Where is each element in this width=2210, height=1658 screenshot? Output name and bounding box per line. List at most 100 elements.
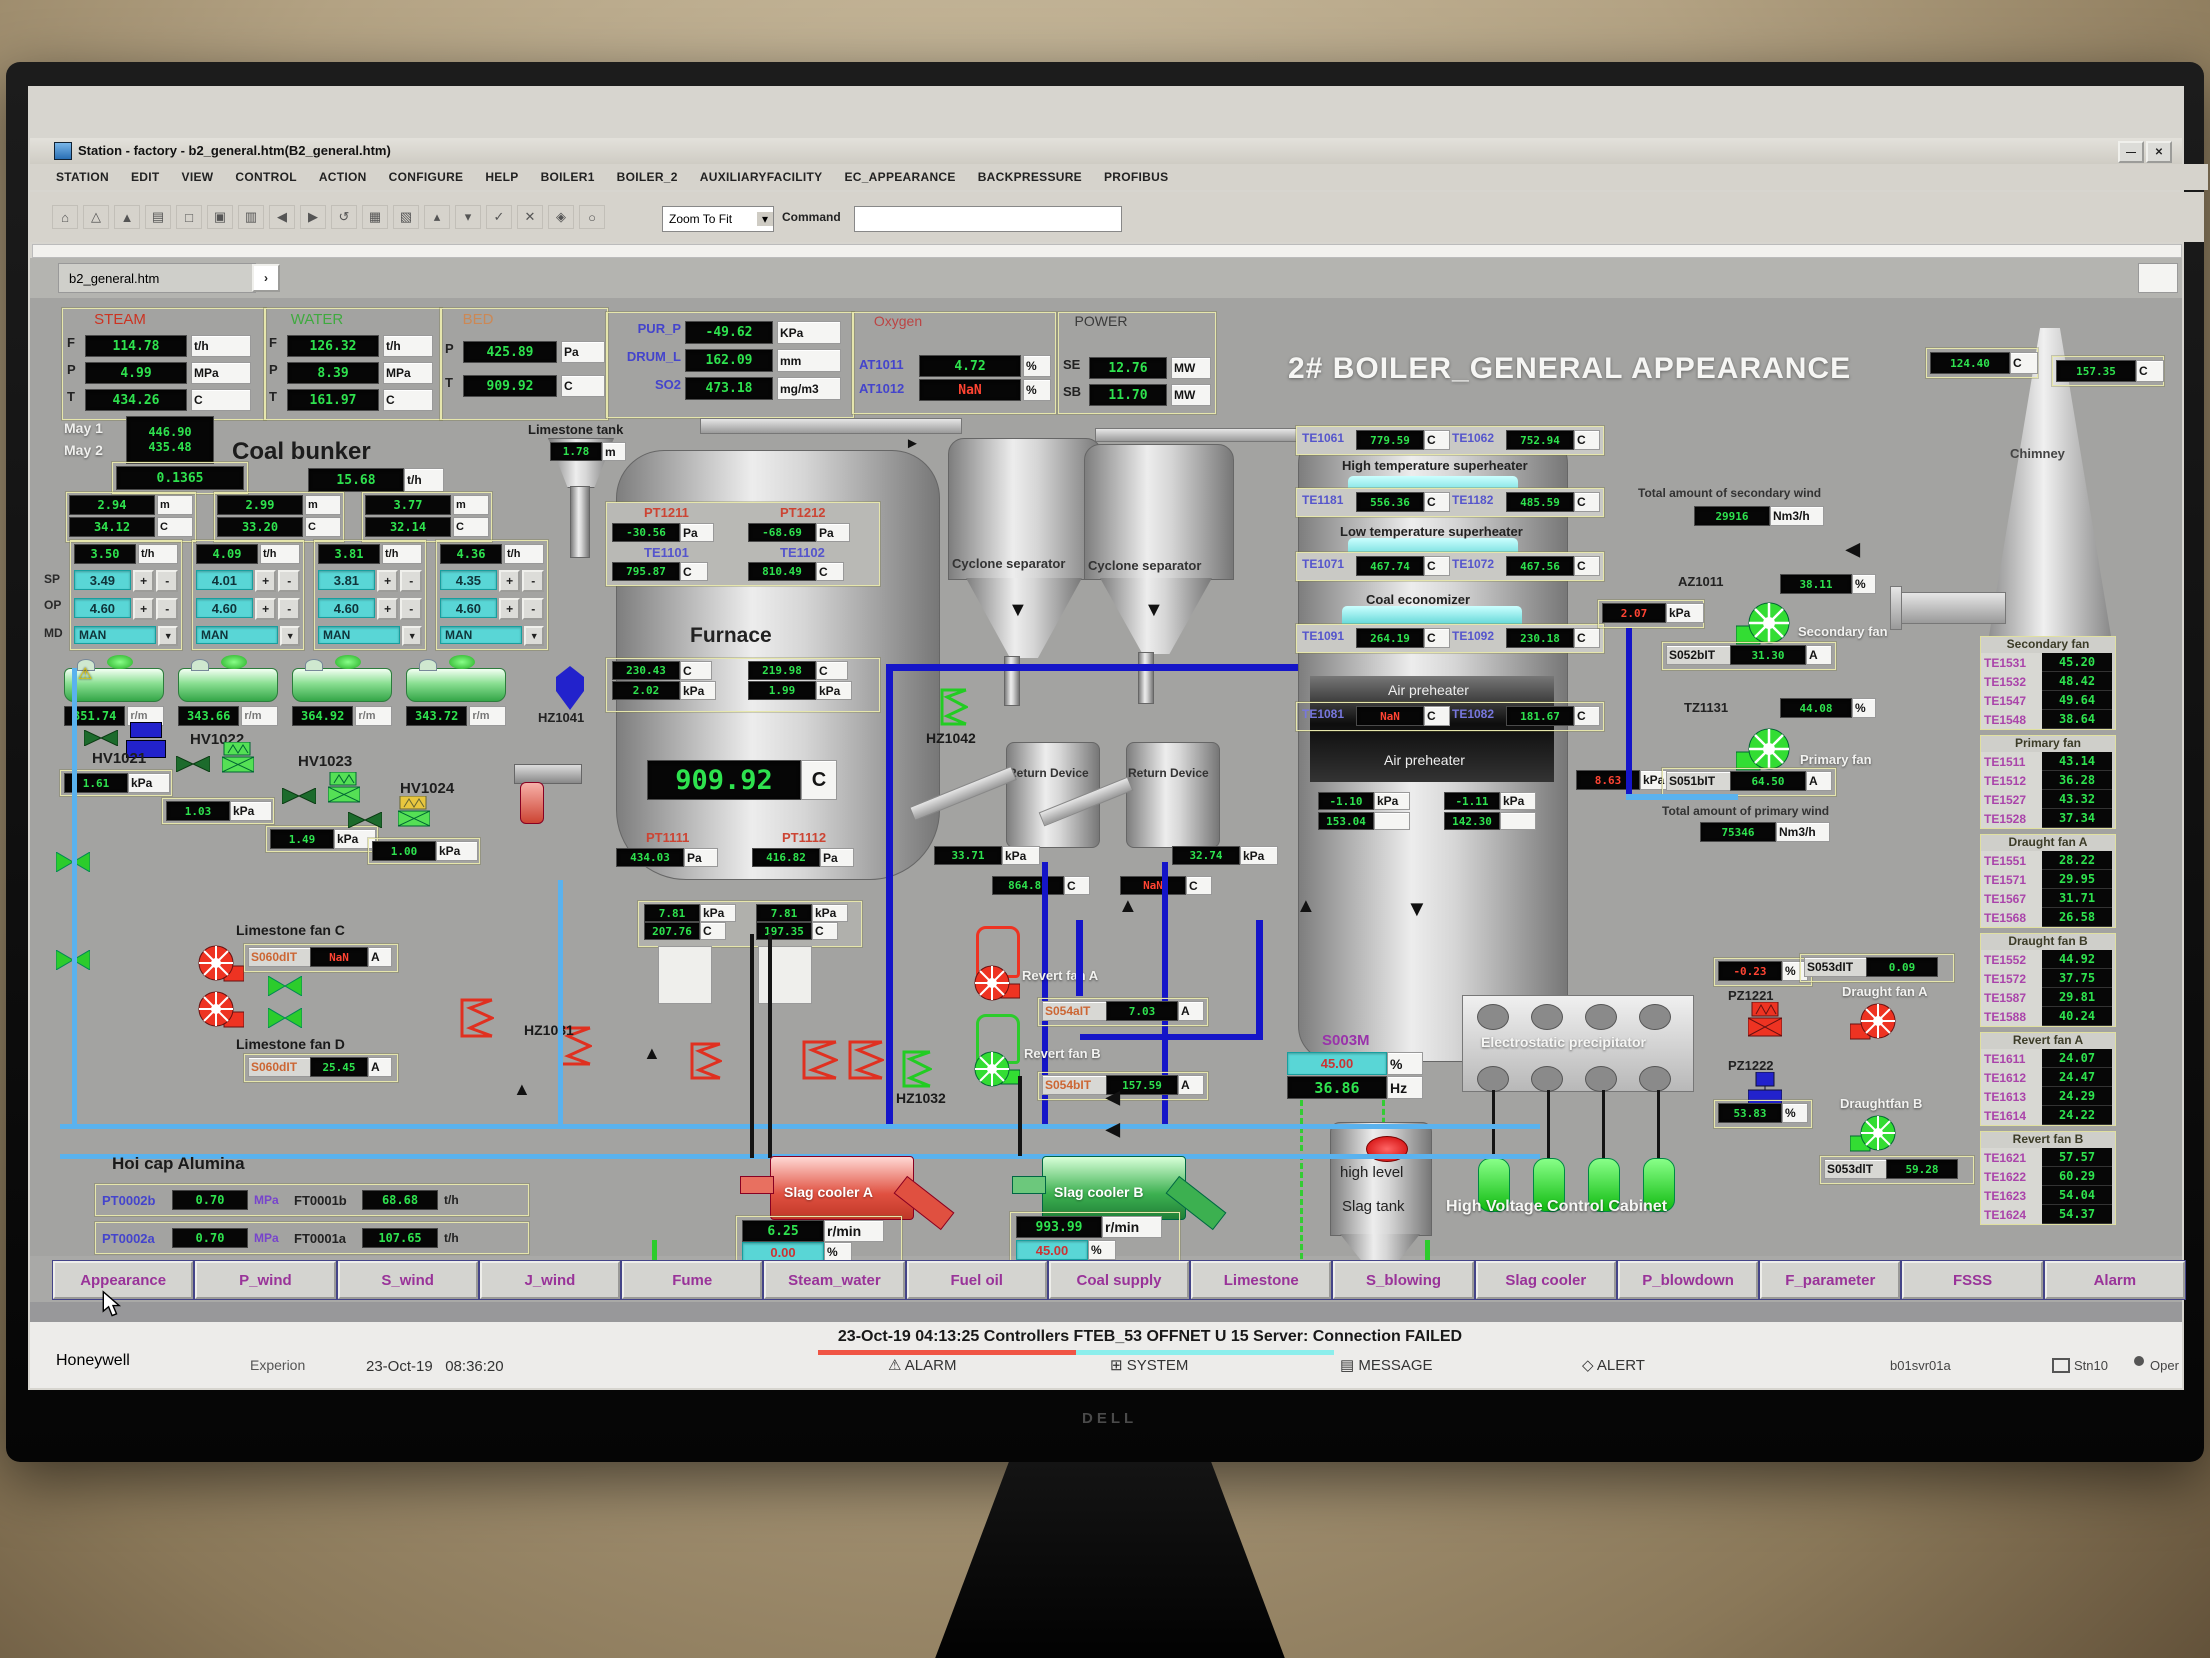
sp-increment-button[interactable]: +: [377, 570, 399, 592]
close-button[interactable]: ✕: [2146, 141, 2172, 163]
hv1024-actuator-icon[interactable]: [398, 796, 430, 828]
menu-item[interactable]: BOILER1: [541, 170, 595, 184]
burner-icon[interactable]: [800, 1040, 838, 1080]
minimize-button[interactable]: —: [2118, 141, 2144, 163]
user-name[interactable]: Oper: [2150, 1358, 2179, 1373]
menu-item[interactable]: EDIT: [131, 170, 160, 184]
alert-button[interactable]: ◇ ALERT: [1582, 1356, 1645, 1374]
hv1023-actuator-icon[interactable]: [328, 772, 360, 804]
nav-button[interactable]: Steam_water: [764, 1261, 904, 1299]
burner-icon[interactable]: [688, 1042, 722, 1080]
nav-button[interactable]: P_blowdown: [1618, 1261, 1758, 1299]
toolbar-icon[interactable]: ↺: [331, 205, 357, 229]
mode-dropdown-icon[interactable]: ▼: [158, 626, 178, 646]
limestone-fan-d-icon[interactable]: [194, 988, 244, 1032]
toolbar-icon[interactable]: ✕: [517, 205, 543, 229]
op-input[interactable]: 4.60: [74, 598, 131, 618]
toolbar-icon[interactable]: ▶: [300, 205, 326, 229]
toolbar-icon[interactable]: ▣: [207, 205, 233, 229]
message-button[interactable]: ▤ MESSAGE: [1340, 1356, 1433, 1374]
sp-decrement-button[interactable]: -: [278, 570, 300, 592]
toolbar-icon[interactable]: ✓: [486, 205, 512, 229]
sp-input[interactable]: 4.01: [196, 570, 253, 590]
hv1022-actuator-icon[interactable]: [222, 742, 254, 774]
op-decrement-button[interactable]: -: [522, 598, 544, 620]
mode-select[interactable]: MAN: [196, 626, 278, 644]
nav-button[interactable]: Fume: [622, 1261, 762, 1299]
op-increment-button[interactable]: +: [255, 598, 277, 620]
pz1221-valve-icon[interactable]: [1748, 1002, 1782, 1038]
hv1021-valve-icon[interactable]: [84, 730, 118, 746]
menu-item[interactable]: AUXILIARYFACILITY: [700, 170, 823, 184]
sp-decrement-button[interactable]: -: [156, 570, 178, 592]
menu-item[interactable]: PROFIBUS: [1104, 170, 1168, 184]
slag-cooler-a-pct[interactable]: 0.00: [742, 1242, 824, 1262]
nav-button[interactable]: Slag cooler: [1476, 1261, 1616, 1299]
menu-item[interactable]: CONTROL: [235, 170, 296, 184]
coal-feeder[interactable]: 343.66r/m: [178, 668, 278, 732]
sp-increment-button[interactable]: +: [499, 570, 521, 592]
pump-icon[interactable]: [130, 722, 162, 738]
nav-button[interactable]: F_parameter: [1760, 1261, 1900, 1299]
limestone-fan-c-icon[interactable]: [194, 942, 244, 986]
menu-item[interactable]: STATION: [56, 170, 109, 184]
toolbar-icon[interactable]: ▴: [424, 205, 450, 229]
hv1023-valve-icon[interactable]: [282, 788, 316, 804]
toolbar-icon[interactable]: ▧: [393, 205, 419, 229]
slag-cooler-b-pct[interactable]: 45.00: [1016, 1240, 1088, 1260]
nav-button[interactable]: Coal supply: [1049, 1261, 1189, 1299]
nav-button[interactable]: Alarm: [2045, 1261, 2185, 1299]
hz1032-damper-icon[interactable]: [900, 1050, 932, 1088]
mode-select[interactable]: MAN: [74, 626, 156, 644]
toolbar-icon[interactable]: ▤: [145, 205, 171, 229]
tab-b2-general[interactable]: b2_general.htm: [58, 263, 256, 293]
sp-input[interactable]: 3.49: [74, 570, 131, 590]
revert-fan-a-icon[interactable]: [968, 962, 1020, 1004]
mode-dropdown-icon[interactable]: ▼: [524, 626, 544, 646]
op-increment-button[interactable]: +: [133, 598, 155, 620]
toolbar-icon[interactable]: ▦: [362, 205, 388, 229]
op-decrement-button[interactable]: -: [156, 598, 178, 620]
nav-button[interactable]: J_wind: [480, 1261, 620, 1299]
mode-select[interactable]: MAN: [440, 626, 522, 644]
sp-increment-button[interactable]: +: [133, 570, 155, 592]
menu-item[interactable]: HELP: [485, 170, 518, 184]
mode-dropdown-icon[interactable]: ▼: [280, 626, 300, 646]
op-increment-button[interactable]: +: [499, 598, 521, 620]
toolbar-icon[interactable]: ◈: [548, 205, 574, 229]
nav-button[interactable]: FSSS: [1902, 1261, 2042, 1299]
menu-item[interactable]: VIEW: [182, 170, 214, 184]
draught-fan-a-icon[interactable]: [1850, 1000, 1900, 1044]
burner-icon[interactable]: [458, 998, 494, 1038]
coal-feeder[interactable]: 364.92r/m: [292, 668, 392, 732]
op-input[interactable]: 4.60: [196, 598, 253, 618]
menu-item[interactable]: EC_APPEARANCE: [844, 170, 955, 184]
limestone-valve-icon[interactable]: [268, 1008, 302, 1028]
op-input[interactable]: 4.60: [318, 598, 375, 618]
alarm-button[interactable]: ⚠ ALARM: [888, 1356, 956, 1374]
op-input[interactable]: 4.60: [440, 598, 497, 618]
toolbar-icon[interactable]: ○: [579, 205, 605, 229]
s003m-pct[interactable]: 45.00: [1287, 1052, 1387, 1075]
command-input[interactable]: [854, 206, 1122, 232]
sp-increment-button[interactable]: +: [255, 570, 277, 592]
mode-select[interactable]: MAN: [318, 626, 400, 644]
nav-button[interactable]: S_blowing: [1333, 1261, 1473, 1299]
tab-bar-right-box[interactable]: [2138, 263, 2178, 293]
draught-fan-b-icon[interactable]: [1850, 1112, 1900, 1156]
mode-dropdown-icon[interactable]: ▼: [402, 626, 422, 646]
burner-icon[interactable]: [846, 1040, 884, 1080]
sp-decrement-button[interactable]: -: [522, 570, 544, 592]
nav-button[interactable]: Fuel oil: [907, 1261, 1047, 1299]
hv1022-valve-icon[interactable]: [176, 756, 210, 772]
system-button[interactable]: ⊞ SYSTEM: [1110, 1356, 1188, 1374]
nav-button[interactable]: S_wind: [338, 1261, 478, 1299]
sp-input[interactable]: 3.81: [318, 570, 375, 590]
tab-next-button[interactable]: ›: [252, 264, 280, 292]
op-decrement-button[interactable]: -: [278, 598, 300, 620]
toolbar-icon[interactable]: ⌂: [52, 205, 78, 229]
menu-item[interactable]: CONFIGURE: [389, 170, 464, 184]
toolbar-icon[interactable]: □: [176, 205, 202, 229]
igniter-canister[interactable]: [520, 782, 544, 824]
toolbar-icon[interactable]: ▲: [114, 205, 140, 229]
